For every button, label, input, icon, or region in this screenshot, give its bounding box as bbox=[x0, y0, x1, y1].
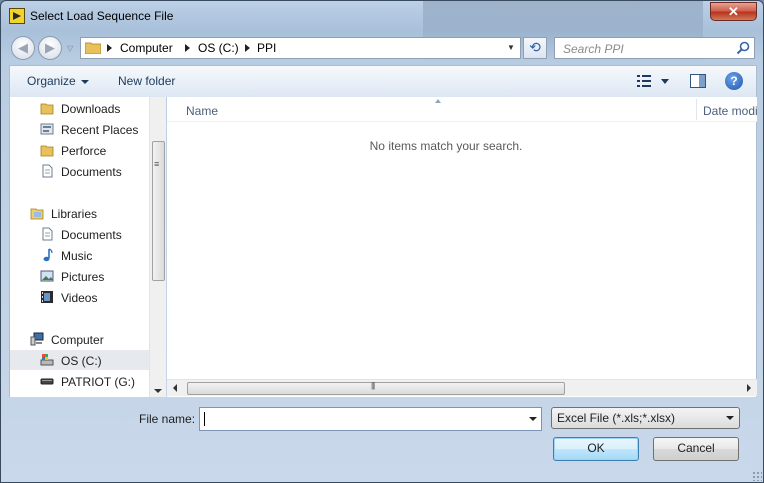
cancel-button[interactable]: Cancel bbox=[653, 437, 739, 461]
scrollbar-grip-icon: ≡ bbox=[154, 159, 160, 169]
usb-drive-icon bbox=[40, 378, 54, 385]
refresh-icon: ⟲ bbox=[529, 39, 541, 55]
folder-icon bbox=[85, 42, 101, 54]
nav-item-computer[interactable]: Computer bbox=[10, 329, 150, 349]
breadcrumb-ppi[interactable]: PPI bbox=[257, 41, 276, 55]
music-icon bbox=[43, 248, 53, 262]
chevron-down-icon bbox=[80, 79, 89, 84]
breadcrumb-arrow-icon[interactable] bbox=[245, 44, 250, 52]
document-icon bbox=[42, 227, 53, 241]
nav-item-label: Documents bbox=[61, 165, 122, 179]
search-box[interactable]: Search PPI bbox=[554, 37, 755, 59]
empty-results-message: No items match your search. bbox=[369, 139, 523, 153]
libraries-icon bbox=[30, 208, 44, 220]
close-icon: ✕ bbox=[728, 4, 739, 19]
nav-item-label: Computer bbox=[51, 333, 104, 347]
new-folder-button[interactable]: New folder bbox=[118, 74, 175, 88]
breadcrumb-arrow-icon[interactable] bbox=[107, 44, 112, 52]
close-button[interactable]: ✕ bbox=[710, 2, 757, 21]
column-header-row: Name Date modi bbox=[167, 97, 758, 122]
videos-icon bbox=[41, 291, 53, 303]
nav-item-label: Libraries bbox=[51, 207, 98, 221]
window-title: Select Load Sequence File bbox=[30, 9, 174, 23]
nav-item-perforce[interactable]: Perforce bbox=[10, 140, 150, 160]
refresh-button[interactable]: ⟲ bbox=[523, 37, 547, 59]
nav-item-recent-places[interactable]: Recent Places bbox=[10, 119, 150, 139]
nav-item-library-documents[interactable]: Documents bbox=[10, 224, 150, 244]
file-list-horizontal-scrollbar[interactable]: ||| bbox=[167, 379, 757, 396]
file-type-select[interactable]: Excel File (*.xls;*.xlsx) bbox=[551, 407, 740, 429]
nav-item-label: Recent Places bbox=[61, 123, 139, 137]
forward-arrow-icon: ▶ bbox=[45, 40, 55, 55]
address-bar[interactable]: Computer OS (C:) PPI ▼ bbox=[80, 37, 521, 59]
computer-icon bbox=[30, 332, 44, 346]
folder-icon bbox=[40, 103, 54, 115]
breadcrumb-arrow-icon[interactable] bbox=[185, 44, 190, 52]
file-name-label: File name: bbox=[139, 412, 196, 426]
labview-app-icon bbox=[9, 8, 25, 24]
document-icon bbox=[42, 164, 53, 178]
search-input[interactable]: Search PPI bbox=[563, 42, 624, 56]
nav-item-pictures[interactable]: Pictures bbox=[10, 266, 150, 286]
title-bar[interactable]: Select Load Sequence File ✕ bbox=[1, 1, 763, 31]
file-list[interactable]: Name Date modi No items match your searc… bbox=[167, 97, 758, 397]
sort-ascending-icon bbox=[435, 99, 441, 103]
help-icon[interactable]: ? bbox=[725, 72, 743, 90]
address-dropdown-icon[interactable]: ▼ bbox=[503, 39, 519, 57]
drive-icon bbox=[40, 354, 54, 366]
column-divider[interactable] bbox=[696, 99, 697, 120]
recent-locations-dropdown-icon[interactable]: ▽ bbox=[67, 44, 73, 53]
file-name-combobox[interactable] bbox=[199, 407, 542, 431]
breadcrumb-computer[interactable]: Computer bbox=[120, 41, 173, 55]
nav-item-label: Music bbox=[61, 249, 93, 263]
nav-item-label: Perforce bbox=[61, 144, 107, 158]
scroll-left-arrow-icon[interactable] bbox=[173, 384, 177, 392]
pictures-icon bbox=[40, 270, 54, 282]
column-header-date-modified[interactable]: Date modi bbox=[703, 104, 758, 118]
nav-item-label: Videos bbox=[61, 291, 98, 305]
recent-places-icon bbox=[40, 123, 54, 135]
nav-item-label: Documents bbox=[61, 228, 122, 242]
nav-item-label: OS (C:) bbox=[61, 354, 102, 368]
view-options-chevron-down-icon[interactable] bbox=[661, 79, 669, 84]
command-toolbar: Organize New folder ? bbox=[9, 65, 757, 97]
file-dialog: Select Load Sequence File ✕ ◀ ▶ ▽ Comput… bbox=[0, 0, 764, 483]
organize-label: Organize bbox=[27, 74, 76, 88]
folder-icon bbox=[40, 145, 54, 157]
nav-item-videos[interactable]: Videos bbox=[10, 287, 150, 307]
nav-item-music[interactable]: Music bbox=[10, 245, 150, 265]
preview-pane-icon[interactable] bbox=[690, 74, 706, 88]
nav-item-patriot-g[interactable]: PATRIOT (G:) bbox=[10, 371, 150, 391]
nav-item-label: Pictures bbox=[61, 270, 105, 284]
column-header-name[interactable]: Name bbox=[186, 104, 218, 118]
nav-item-os-c[interactable]: OS (C:) bbox=[10, 350, 150, 370]
chevron-down-icon bbox=[726, 416, 734, 420]
scroll-down-arrow-icon[interactable] bbox=[154, 389, 162, 393]
file-type-selected-value: Excel File (*.xls;*.xlsx) bbox=[557, 411, 676, 425]
scroll-right-arrow-icon[interactable] bbox=[747, 384, 751, 392]
organize-button[interactable]: Organize bbox=[27, 74, 89, 88]
dialog-footer: File name: Excel File (*.xls;*.xlsx) OK … bbox=[1, 399, 763, 482]
navigation-bar: ◀ ▶ ▽ Computer OS (C:) PPI ▼ ⟲ Search PP… bbox=[1, 33, 763, 63]
nav-item-label: PATRIOT (G:) bbox=[61, 375, 135, 389]
search-icon[interactable] bbox=[736, 41, 750, 55]
forward-button[interactable]: ▶ bbox=[38, 36, 62, 60]
nav-item-documents[interactable]: Documents bbox=[10, 161, 150, 181]
scrollbar-grip-icon: ||| bbox=[371, 381, 375, 390]
breadcrumb-os-c[interactable]: OS (C:) bbox=[198, 41, 239, 55]
nav-item-downloads[interactable]: Downloads bbox=[10, 98, 150, 118]
ok-button[interactable]: OK bbox=[553, 437, 639, 461]
resize-grip-icon[interactable] bbox=[752, 471, 762, 481]
scrollbar-thumb[interactable] bbox=[187, 382, 565, 395]
text-cursor bbox=[204, 412, 205, 426]
navigation-pane-scrollbar[interactable]: ≡ bbox=[149, 97, 166, 397]
file-name-dropdown-icon[interactable] bbox=[529, 417, 537, 421]
nav-item-label: Downloads bbox=[61, 102, 121, 116]
nav-item-libraries[interactable]: Libraries bbox=[10, 203, 150, 223]
change-view-icon[interactable] bbox=[637, 75, 651, 87]
back-button[interactable]: ◀ bbox=[11, 36, 35, 60]
back-arrow-icon: ◀ bbox=[18, 40, 28, 55]
navigation-pane: Downloads Recent Places Perforce Documen… bbox=[9, 97, 166, 397]
